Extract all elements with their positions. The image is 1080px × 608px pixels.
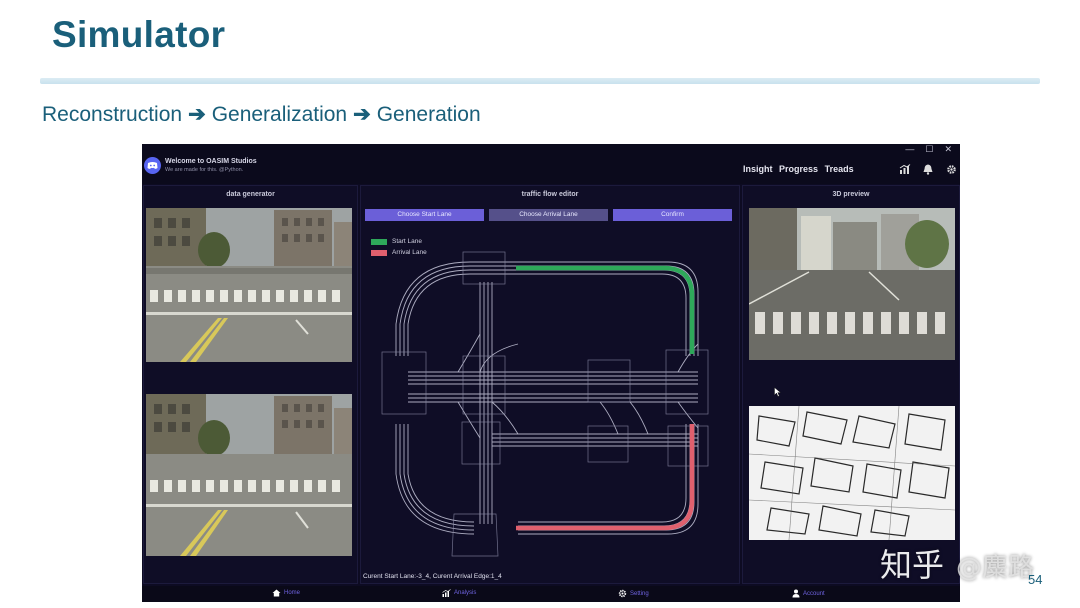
- slide-title: Simulator: [52, 14, 226, 55]
- nav-treads[interactable]: Treads: [825, 164, 854, 174]
- app-titlebar: Welcome to OASIM Studios We are made for…: [142, 144, 960, 184]
- discord-logo-icon: [144, 157, 161, 174]
- gear-icon: [618, 589, 627, 598]
- bell-icon[interactable]: [921, 162, 935, 176]
- slide-subtitle: Reconstruction ➔ Generalization ➔ Generation: [42, 102, 481, 127]
- current-selection-status: Curent Start Lane:-3_4, Curent Arrival E…: [363, 573, 502, 580]
- bottom-navigation: Home Analysis Setting Account: [142, 586, 960, 602]
- bottom-nav-account[interactable]: Account: [792, 589, 825, 598]
- panel-title-data-generator: data generator: [226, 191, 275, 198]
- street-view-image-top: [146, 208, 352, 362]
- app-tagline: We are made for this. @Python.: [165, 167, 244, 173]
- bottom-nav-home[interactable]: Home: [272, 589, 300, 597]
- page-number: 54: [1028, 572, 1043, 587]
- nav-insight[interactable]: Insight: [743, 164, 773, 174]
- mouse-cursor-icon: [774, 384, 782, 402]
- home-icon: [272, 589, 281, 597]
- simulator-app-window: Welcome to OASIM Studios We are made for…: [142, 144, 960, 602]
- chart-icon[interactable]: [898, 162, 912, 176]
- confirm-button[interactable]: Confirm: [613, 209, 732, 221]
- close-icon[interactable]: ✕: [944, 144, 952, 154]
- top-icon-bar: [898, 162, 958, 176]
- watermark-text: 知乎: [880, 546, 945, 584]
- choose-arrival-lane-button[interactable]: Choose Arrival Lane: [489, 209, 608, 221]
- subtitle-step-2: Generalization: [211, 103, 348, 126]
- nav-progress[interactable]: Progress: [779, 164, 818, 174]
- bottom-nav-setting[interactable]: Setting: [618, 589, 649, 598]
- arrival-lane-path: [516, 424, 695, 531]
- road-network-map[interactable]: [378, 244, 724, 564]
- arrow-icon: ➔: [353, 103, 371, 126]
- watermark-handle: @麋路: [956, 553, 1035, 583]
- rendered-street-preview: [748, 208, 955, 360]
- app-name: Welcome to OASIM Studios: [165, 158, 257, 165]
- panel-title-traffic-flow-editor: traffic flow editor: [521, 191, 579, 198]
- start-lane-path: [516, 265, 695, 354]
- minimize-icon[interactable]: —: [905, 144, 914, 154]
- arrow-icon: ➔: [188, 103, 206, 126]
- point-cloud-top-view: [748, 405, 956, 541]
- subtitle-step-1: Reconstruction: [42, 103, 183, 126]
- top-nav: Insight Progress Treads: [743, 164, 858, 174]
- zhihu-watermark: 知乎 @麋路: [880, 540, 1034, 586]
- analysis-icon: [442, 589, 451, 597]
- maximize-icon[interactable]: ☐: [925, 144, 933, 154]
- title-divider: [40, 78, 1040, 84]
- window-controls: — ☐ ✕: [894, 144, 952, 155]
- panel-title-3d-preview: 3D preview: [832, 191, 870, 198]
- choose-start-lane-button[interactable]: Choose Start Lane: [365, 209, 484, 221]
- gear-icon[interactable]: [944, 162, 958, 176]
- subtitle-step-3: Generation: [376, 103, 481, 126]
- street-view-image-bottom: [146, 394, 352, 556]
- user-icon: [792, 589, 800, 598]
- bottom-nav-analysis[interactable]: Analysis: [442, 589, 476, 597]
